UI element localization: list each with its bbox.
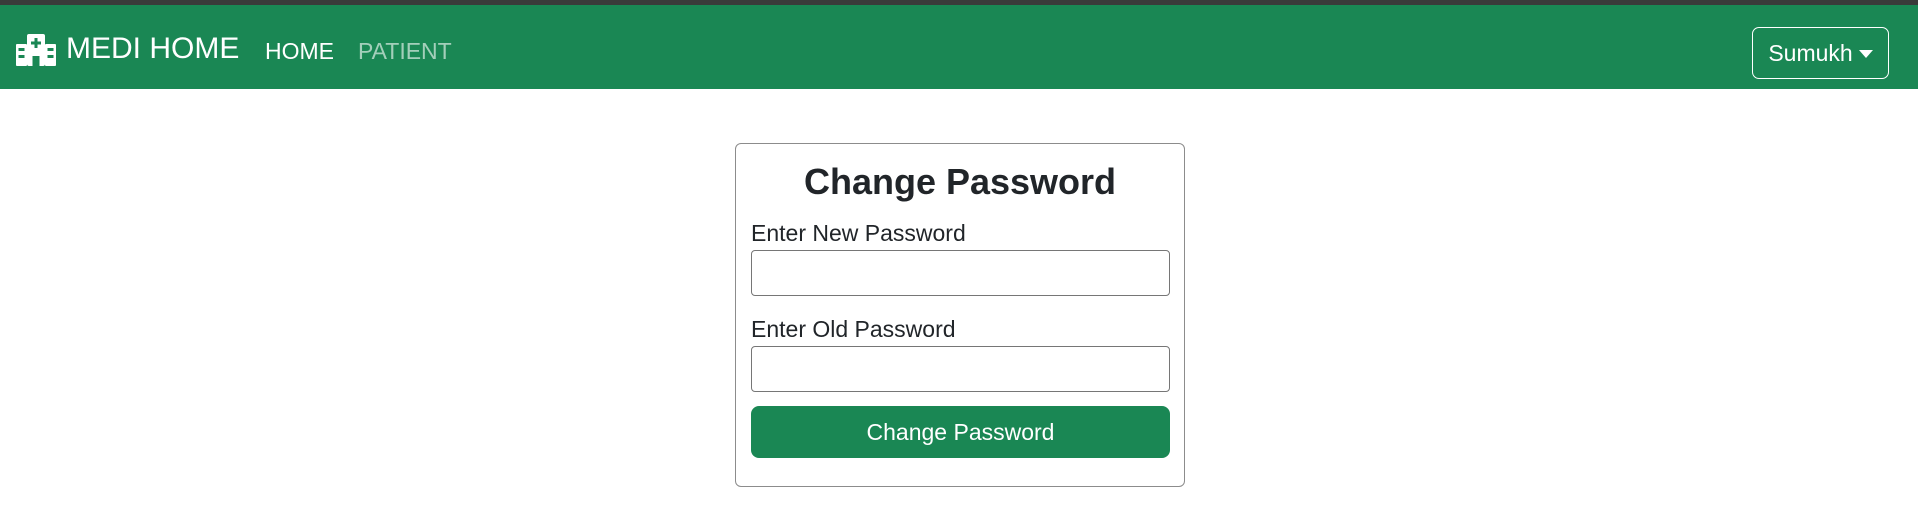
nav-link-home[interactable]: HOME bbox=[265, 38, 334, 65]
change-password-button[interactable]: Change Password bbox=[751, 406, 1170, 458]
change-password-card: Change Password Enter New Password Enter… bbox=[735, 143, 1185, 487]
user-name: Sumukh bbox=[1768, 39, 1853, 66]
old-password-input[interactable] bbox=[751, 346, 1170, 392]
caret-down-icon bbox=[1858, 50, 1873, 58]
form-title: Change Password bbox=[803, 161, 1117, 202]
new-password-label: Enter New Password bbox=[751, 220, 966, 246]
new-password-input[interactable] bbox=[751, 250, 1170, 296]
user-menu-dropdown[interactable]: Sumukh bbox=[1752, 27, 1889, 79]
brand-name: MEDI HOME bbox=[66, 32, 240, 65]
navbar: MEDI HOME HOME PATIENT Sumukh bbox=[0, 5, 1918, 89]
hospital-icon bbox=[16, 32, 56, 66]
old-password-label: Enter Old Password bbox=[751, 316, 956, 342]
nav-link-patient[interactable]: PATIENT bbox=[358, 38, 452, 65]
brand-link[interactable]: MEDI HOME bbox=[16, 32, 239, 66]
